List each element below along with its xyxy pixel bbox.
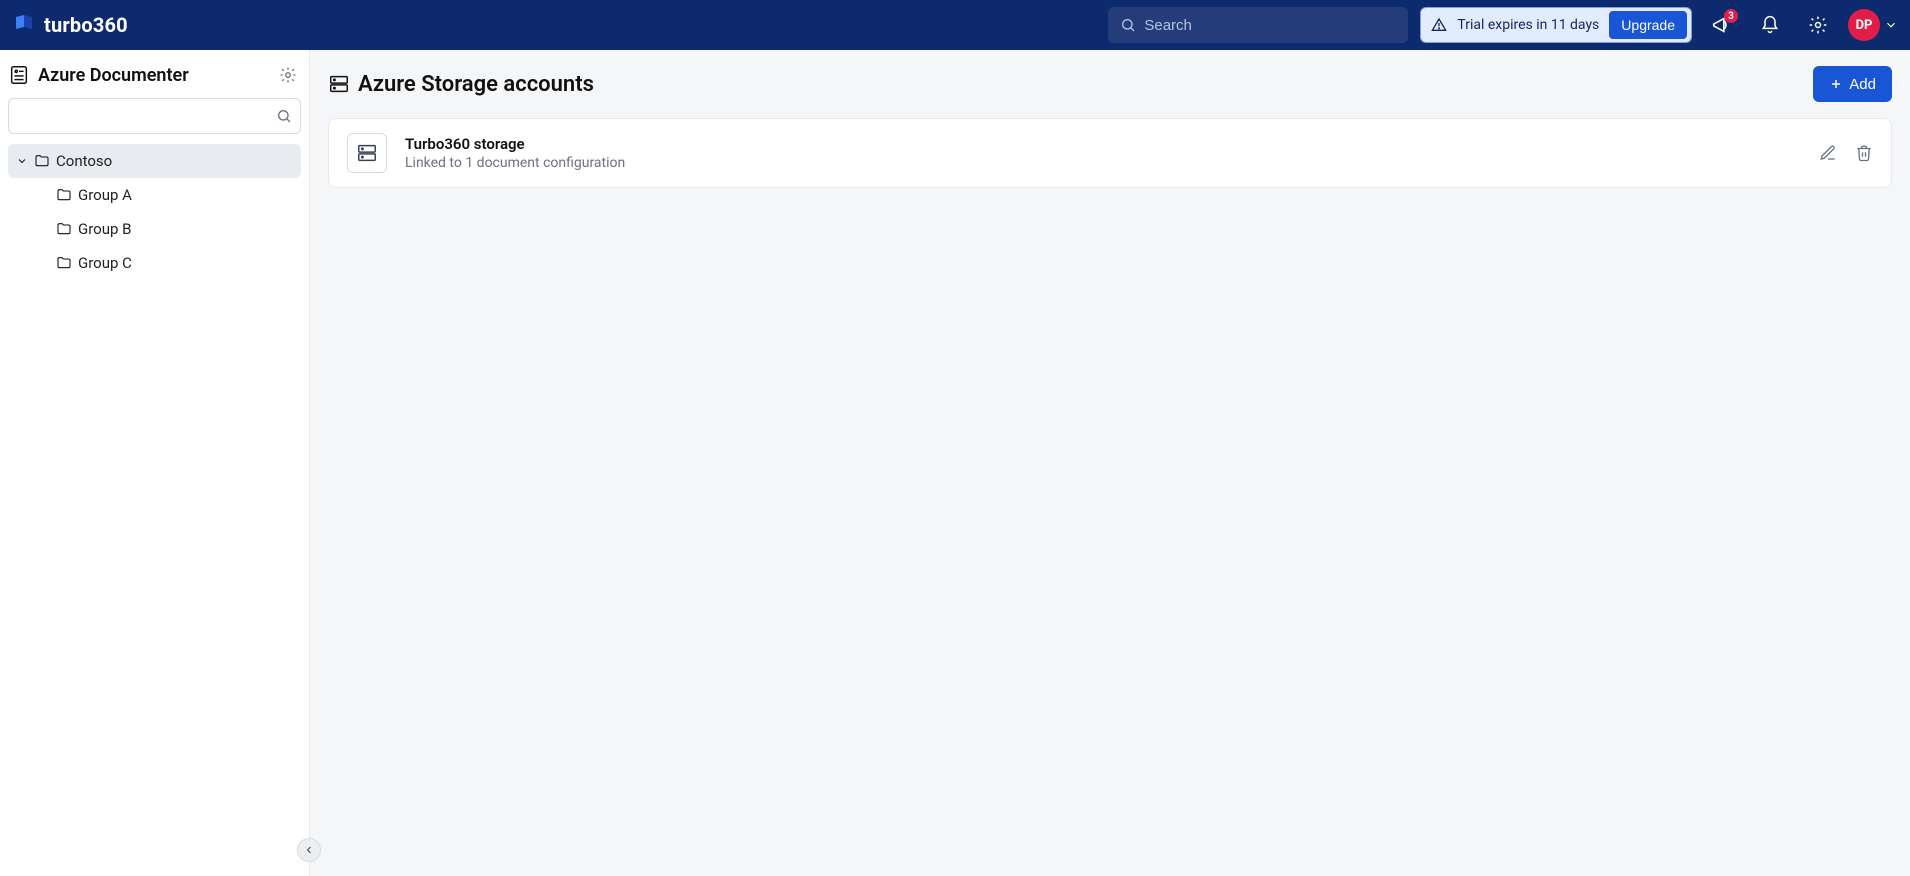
add-button-label: Add bbox=[1849, 76, 1876, 93]
chevron-down-icon bbox=[1884, 18, 1898, 32]
sidebar-search[interactable] bbox=[8, 98, 301, 134]
search-input[interactable] bbox=[1144, 17, 1396, 34]
sidebar-title: Azure Documenter bbox=[38, 65, 271, 86]
page-title: Azure Storage accounts bbox=[358, 72, 594, 97]
search-icon bbox=[1120, 17, 1136, 33]
main-content: Azure Storage accounts Add Turbo360 stor… bbox=[310, 50, 1910, 876]
list-item-subtitle: Linked to 1 document configuration bbox=[405, 155, 1801, 171]
tree-item-group-b[interactable]: Group B bbox=[48, 212, 301, 246]
avatar: DP bbox=[1848, 9, 1880, 41]
chevron-down-icon bbox=[16, 155, 28, 167]
trial-banner: Trial expires in 11 days Upgrade bbox=[1420, 7, 1692, 43]
notifications-button[interactable] bbox=[1752, 7, 1788, 43]
announcements-button[interactable]: 3 bbox=[1704, 7, 1740, 43]
logo-icon bbox=[12, 13, 36, 37]
folder-icon bbox=[56, 255, 72, 271]
tree-item-label: Contoso bbox=[56, 152, 112, 170]
edit-button[interactable] bbox=[1819, 144, 1837, 162]
sidebar-header: Azure Documenter bbox=[0, 50, 309, 96]
plus-icon bbox=[1829, 77, 1843, 91]
tree-item-label: Group C bbox=[78, 254, 132, 272]
logo[interactable]: turbo360 bbox=[12, 13, 128, 37]
storage-item-icon bbox=[347, 133, 387, 173]
storage-list: Turbo360 storage Linked to 1 document co… bbox=[328, 118, 1892, 188]
storage-icon bbox=[328, 73, 350, 95]
top-nav: turbo360 Trial expires in 11 days Upgrad… bbox=[0, 0, 1910, 50]
warning-icon bbox=[1431, 17, 1447, 33]
upgrade-button[interactable]: Upgrade bbox=[1609, 11, 1687, 39]
search-icon bbox=[276, 108, 292, 124]
main-header: Azure Storage accounts Add bbox=[310, 50, 1910, 118]
sidebar-collapse-button[interactable] bbox=[297, 838, 321, 862]
logo-text: turbo360 bbox=[44, 13, 128, 37]
delete-button[interactable] bbox=[1855, 144, 1873, 162]
trial-text: Trial expires in 11 days bbox=[1457, 17, 1599, 33]
sidebar-search-input[interactable] bbox=[17, 108, 276, 124]
tree-item-label: Group B bbox=[78, 220, 131, 238]
tree-item-group-c[interactable]: Group C bbox=[48, 246, 301, 280]
sidebar-settings-button[interactable] bbox=[279, 66, 297, 84]
tree-item-group-a[interactable]: Group A bbox=[48, 178, 301, 212]
sidebar: Azure Documenter Contoso bbox=[0, 50, 310, 876]
tree-item-contoso[interactable]: Contoso bbox=[8, 144, 301, 178]
folder-icon bbox=[34, 153, 50, 169]
add-button[interactable]: Add bbox=[1813, 66, 1892, 102]
settings-button[interactable] bbox=[1800, 7, 1836, 43]
user-menu[interactable]: DP bbox=[1848, 9, 1898, 41]
folder-icon bbox=[56, 187, 72, 203]
announcements-badge: 3 bbox=[1724, 9, 1738, 23]
global-search[interactable] bbox=[1108, 7, 1408, 43]
list-item[interactable]: Turbo360 storage Linked to 1 document co… bbox=[329, 119, 1891, 187]
tree: Contoso Group A Group B bbox=[0, 144, 309, 280]
list-item-title: Turbo360 storage bbox=[405, 135, 1801, 153]
documenter-icon bbox=[8, 64, 30, 86]
tree-item-label: Group A bbox=[78, 186, 132, 204]
folder-icon bbox=[56, 221, 72, 237]
